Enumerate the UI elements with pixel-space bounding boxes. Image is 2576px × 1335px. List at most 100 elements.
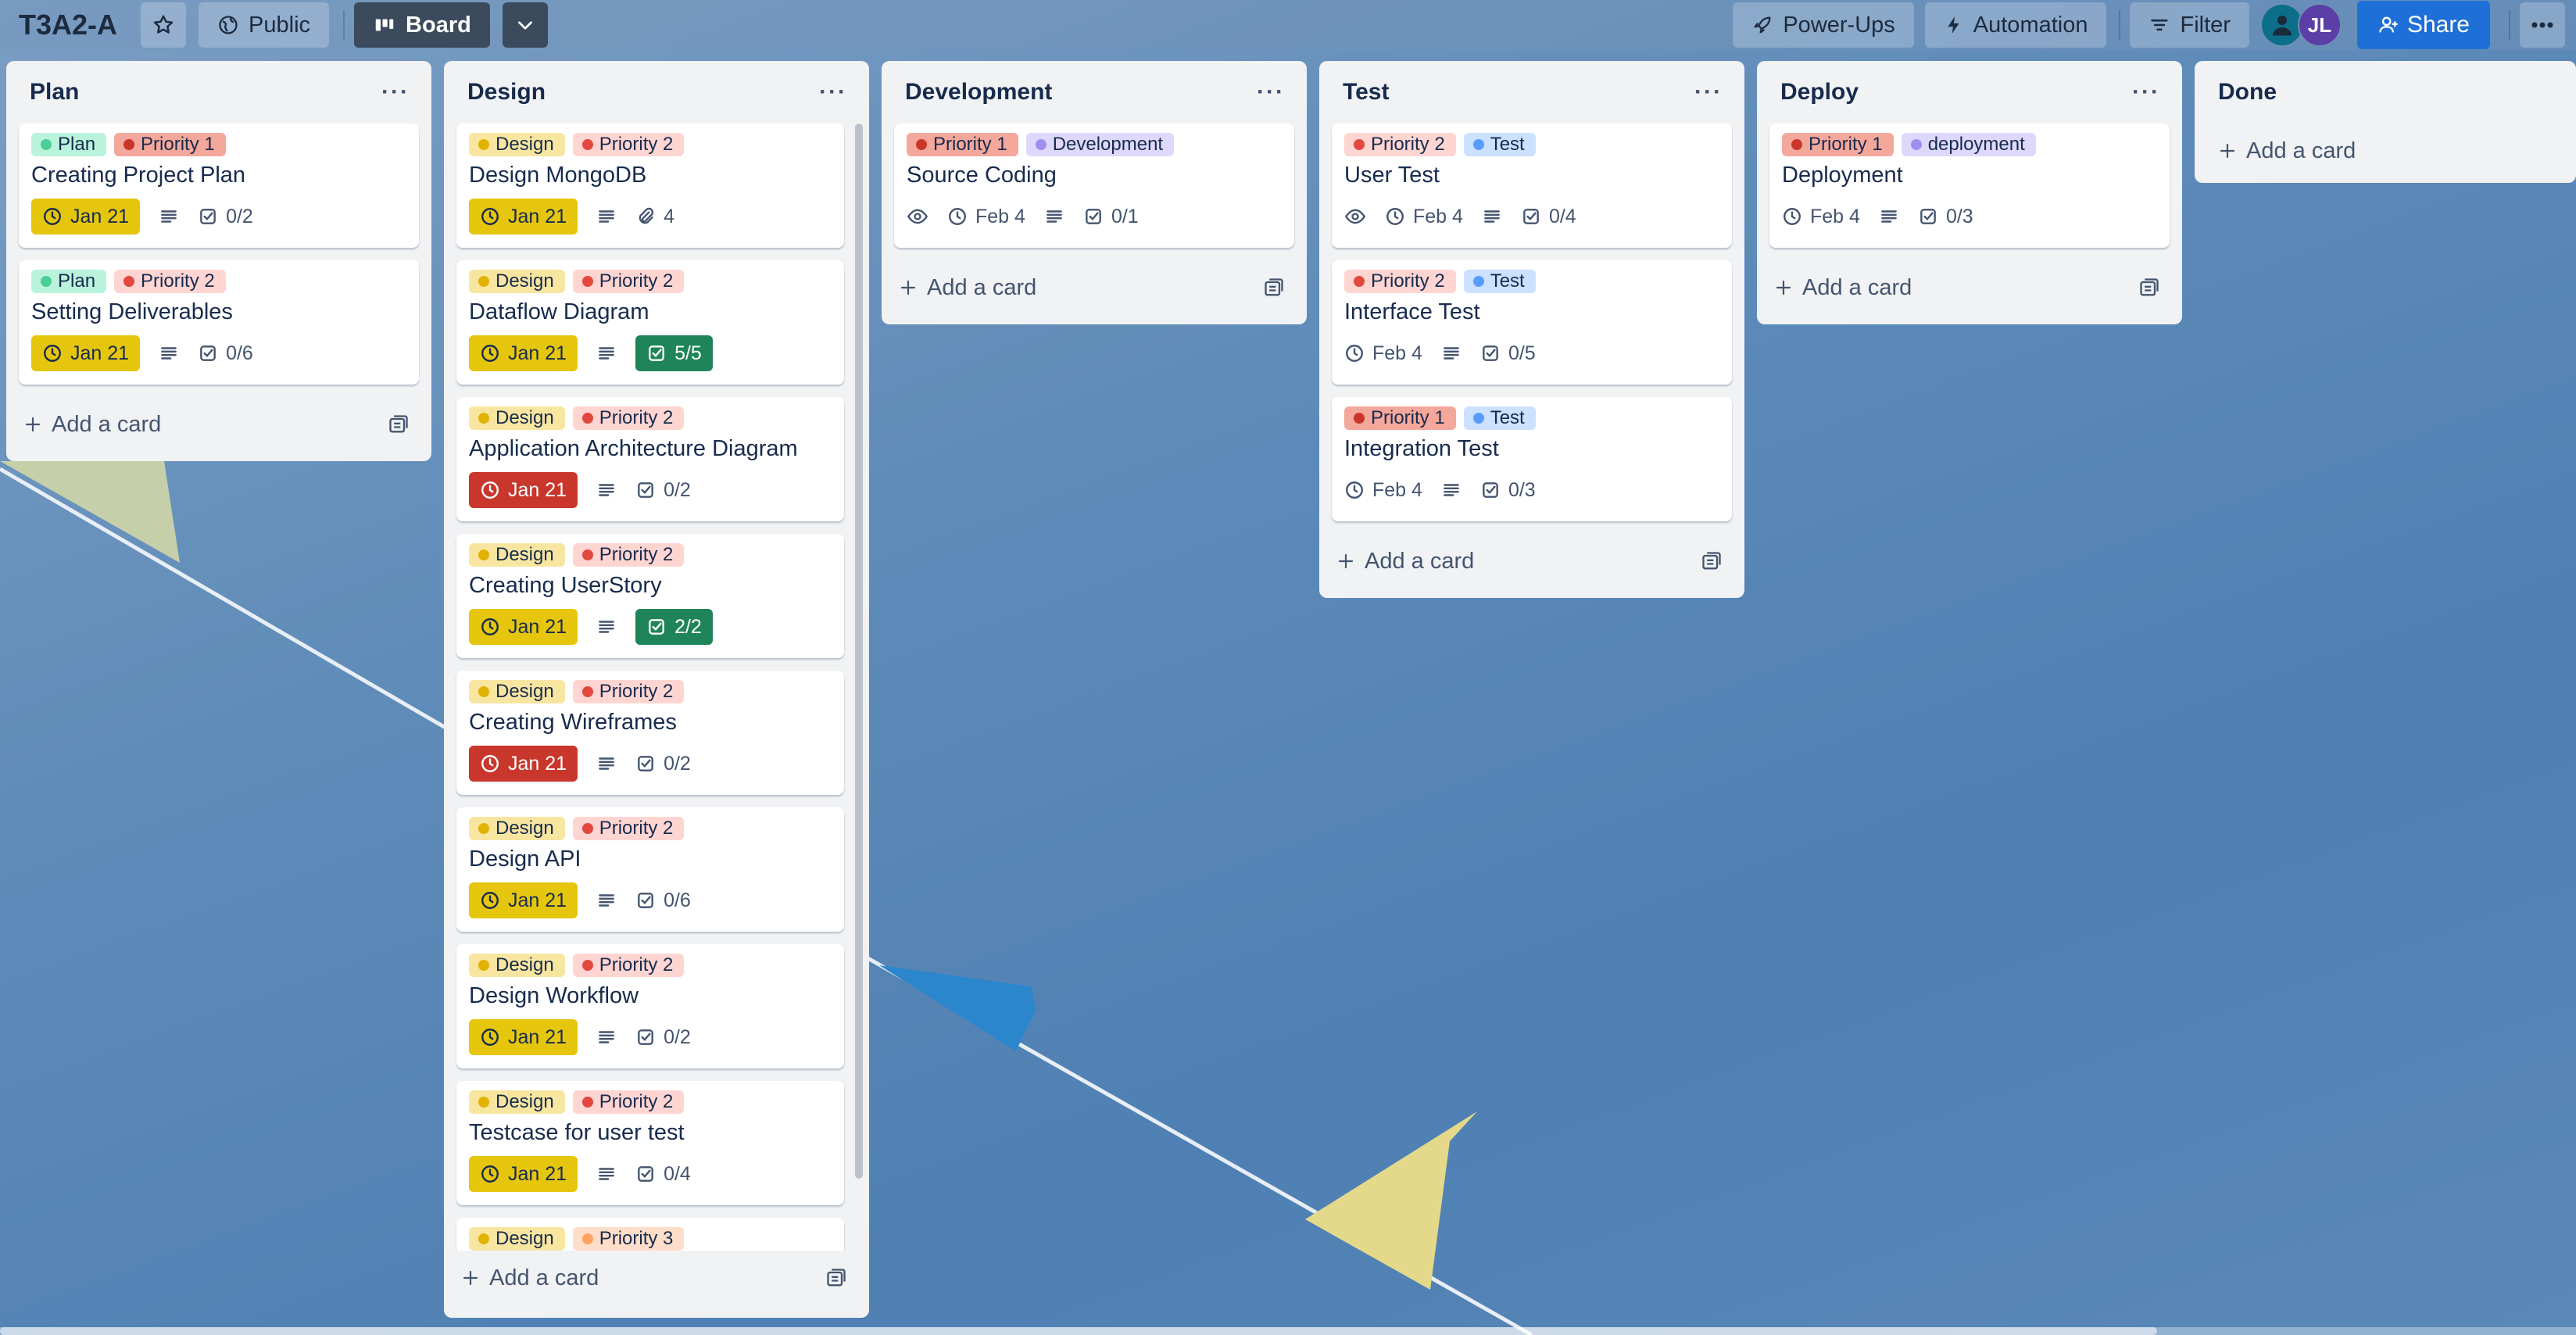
add-card-button[interactable]: Add a card bbox=[444, 1251, 869, 1305]
due-date-badge[interactable]: Feb 4 bbox=[1782, 199, 1860, 234]
card-label[interactable]: Design bbox=[469, 1227, 565, 1251]
visibility-button[interactable]: Public bbox=[199, 2, 330, 48]
list-menu-icon[interactable]: ··· bbox=[1694, 79, 1723, 106]
board-view-button[interactable]: Board bbox=[354, 2, 490, 48]
add-card-button[interactable]: Add a card bbox=[1757, 260, 2182, 315]
due-date-badge[interactable]: Jan 21 bbox=[469, 746, 578, 782]
list-title[interactable]: Done bbox=[2218, 79, 2277, 106]
card-label[interactable]: Test bbox=[1463, 270, 1536, 293]
create-from-template-icon[interactable] bbox=[388, 413, 410, 435]
due-date-badge[interactable]: Jan 21 bbox=[469, 609, 578, 645]
list-title[interactable]: Development bbox=[905, 79, 1052, 106]
create-from-template-icon[interactable] bbox=[1263, 277, 1285, 299]
card[interactable]: Plan Priority 1 Creating Project Plan Jan 2… bbox=[19, 123, 419, 248]
card[interactable]: Priority 2 Test Interface Test Feb 4 0/5 bbox=[1332, 260, 1732, 385]
due-date-badge[interactable]: Feb 4 bbox=[1344, 335, 1422, 371]
list-title[interactable]: Test bbox=[1343, 79, 1389, 106]
card[interactable]: Priority 1 Development Source Coding Feb 4 0… bbox=[894, 123, 1294, 248]
card-label[interactable]: Priority 2 bbox=[572, 270, 685, 293]
list-menu-icon[interactable]: ··· bbox=[1257, 79, 1285, 106]
card-label[interactable]: Priority 2 bbox=[572, 817, 685, 840]
card[interactable]: Priority 1 deployment Deployment Feb 4 0/3 bbox=[1769, 123, 2170, 248]
add-card-button[interactable]: Add a card bbox=[1319, 534, 1744, 589]
card-label[interactable]: Design bbox=[469, 133, 565, 156]
due-date-badge[interactable]: Jan 21 bbox=[31, 199, 141, 234]
card-label[interactable]: Priority 3 bbox=[572, 1227, 685, 1251]
card-label[interactable]: Design bbox=[469, 406, 565, 430]
card-label[interactable]: Design bbox=[469, 270, 565, 293]
card-label[interactable]: Priority 1 bbox=[1782, 133, 1894, 156]
list-menu-icon[interactable]: ··· bbox=[819, 79, 847, 106]
list-menu-icon[interactable]: ··· bbox=[2132, 79, 2160, 106]
card[interactable]: Design Priority 2 Testcase for user test Ja… bbox=[456, 1081, 844, 1205]
card-label[interactable]: Priority 1 bbox=[907, 133, 1018, 156]
board-menu-button[interactable] bbox=[2520, 2, 2565, 48]
card[interactable]: Design Priority 2 Dataflow Diagram Jan 21 5/… bbox=[456, 260, 844, 385]
list-title[interactable]: Deploy bbox=[1780, 79, 1859, 106]
list-title[interactable]: Plan bbox=[30, 79, 79, 106]
add-card-button[interactable]: Add a card bbox=[882, 260, 1307, 315]
due-date-badge[interactable]: Feb 4 bbox=[1344, 472, 1422, 508]
horizontal-scrollbar-thumb[interactable] bbox=[0, 1327, 2157, 1335]
automation-button[interactable]: Automation bbox=[1924, 2, 2107, 48]
due-date-badge[interactable]: Jan 21 bbox=[469, 1156, 578, 1192]
card-label[interactable]: Test bbox=[1463, 133, 1536, 156]
card[interactable]: Plan Priority 2 Setting Deliverables Jan 21… bbox=[19, 260, 419, 385]
card[interactable]: Priority 2 Test User Test Feb 4 0/4 bbox=[1332, 123, 1732, 248]
card-label[interactable]: Priority 2 bbox=[572, 954, 685, 977]
card[interactable]: Design Priority 2 Application Architecture… bbox=[456, 397, 844, 521]
card-label[interactable]: Priority 2 bbox=[1344, 270, 1456, 293]
member-avatar-initials[interactable]: JL bbox=[2297, 3, 2342, 47]
card[interactable]: Design Priority 2 Design Workflow Jan 21 0/2 bbox=[456, 944, 844, 1068]
create-from-template-icon[interactable] bbox=[1701, 550, 1723, 572]
due-date-badge[interactable]: Jan 21 bbox=[469, 882, 578, 918]
card-label[interactable]: Design bbox=[469, 1090, 565, 1114]
due-date-badge[interactable]: Feb 4 bbox=[1385, 199, 1463, 234]
card[interactable]: Design Priority 2 Design MongoDB Jan 21 4 bbox=[456, 123, 844, 248]
filter-button[interactable]: Filter bbox=[2130, 2, 2249, 48]
card-label[interactable]: Test bbox=[1463, 406, 1536, 430]
card-label[interactable]: Design bbox=[469, 817, 565, 840]
view-switcher-button[interactable] bbox=[502, 2, 548, 48]
card-label[interactable]: Priority 2 bbox=[572, 543, 685, 567]
power-ups-button[interactable]: Power-Ups bbox=[1733, 2, 1914, 48]
card[interactable]: Design Priority 2 Creating Wireframes Jan 2… bbox=[456, 671, 844, 795]
due-date-badge[interactable]: Jan 21 bbox=[31, 335, 141, 371]
star-board-button[interactable] bbox=[141, 2, 187, 48]
due-date-badge[interactable]: Jan 21 bbox=[469, 335, 578, 371]
card-label[interactable]: Priority 2 bbox=[114, 270, 226, 293]
card[interactable]: Design Priority 3 bbox=[456, 1218, 844, 1251]
due-date-badge[interactable]: Jan 21 bbox=[469, 199, 578, 234]
card-label[interactable]: Design bbox=[469, 680, 565, 703]
card-label[interactable]: Priority 2 bbox=[572, 133, 685, 156]
create-from-template-icon[interactable] bbox=[2138, 277, 2160, 299]
add-card-button[interactable]: Add a card bbox=[2195, 123, 2576, 178]
list-menu-icon[interactable]: ··· bbox=[381, 79, 410, 106]
card-label[interactable]: Priority 1 bbox=[1344, 406, 1456, 430]
card-label[interactable]: Priority 2 bbox=[572, 406, 685, 430]
list-scrollbar[interactable] bbox=[855, 123, 863, 1179]
card[interactable]: Design Priority 2 Design API Jan 21 0/6 bbox=[456, 807, 844, 932]
card-label[interactable]: Priority 2 bbox=[572, 680, 685, 703]
horizontal-scrollbar[interactable] bbox=[0, 1327, 2576, 1335]
card-label[interactable]: Plan bbox=[31, 133, 107, 156]
card-label[interactable]: Plan bbox=[31, 270, 107, 293]
card-label[interactable]: Development bbox=[1025, 133, 1175, 156]
due-date-badge[interactable]: Feb 4 bbox=[947, 199, 1025, 234]
share-button[interactable]: Share bbox=[2356, 1, 2490, 49]
due-date-badge[interactable]: Jan 21 bbox=[469, 1019, 578, 1055]
label-dot bbox=[581, 549, 593, 560]
create-from-template-icon[interactable] bbox=[825, 1267, 847, 1289]
card[interactable]: Design Priority 2 Creating UserStory Jan 21… bbox=[456, 534, 844, 658]
list-title[interactable]: Design bbox=[467, 79, 546, 106]
card-label[interactable]: Priority 2 bbox=[572, 1090, 685, 1114]
add-card-button[interactable]: Add a card bbox=[6, 397, 431, 452]
card-label[interactable]: Priority 1 bbox=[114, 133, 226, 156]
card[interactable]: Priority 1 Test Integration Test Feb 4 0/3 bbox=[1332, 397, 1732, 521]
card-label[interactable]: deployment bbox=[1901, 133, 2036, 156]
board-title[interactable]: T3A2-A bbox=[19, 9, 117, 41]
card-label[interactable]: Design bbox=[469, 954, 565, 977]
due-date-badge[interactable]: Jan 21 bbox=[469, 472, 578, 508]
card-label[interactable]: Design bbox=[469, 543, 565, 567]
card-label[interactable]: Priority 2 bbox=[1344, 133, 1456, 156]
